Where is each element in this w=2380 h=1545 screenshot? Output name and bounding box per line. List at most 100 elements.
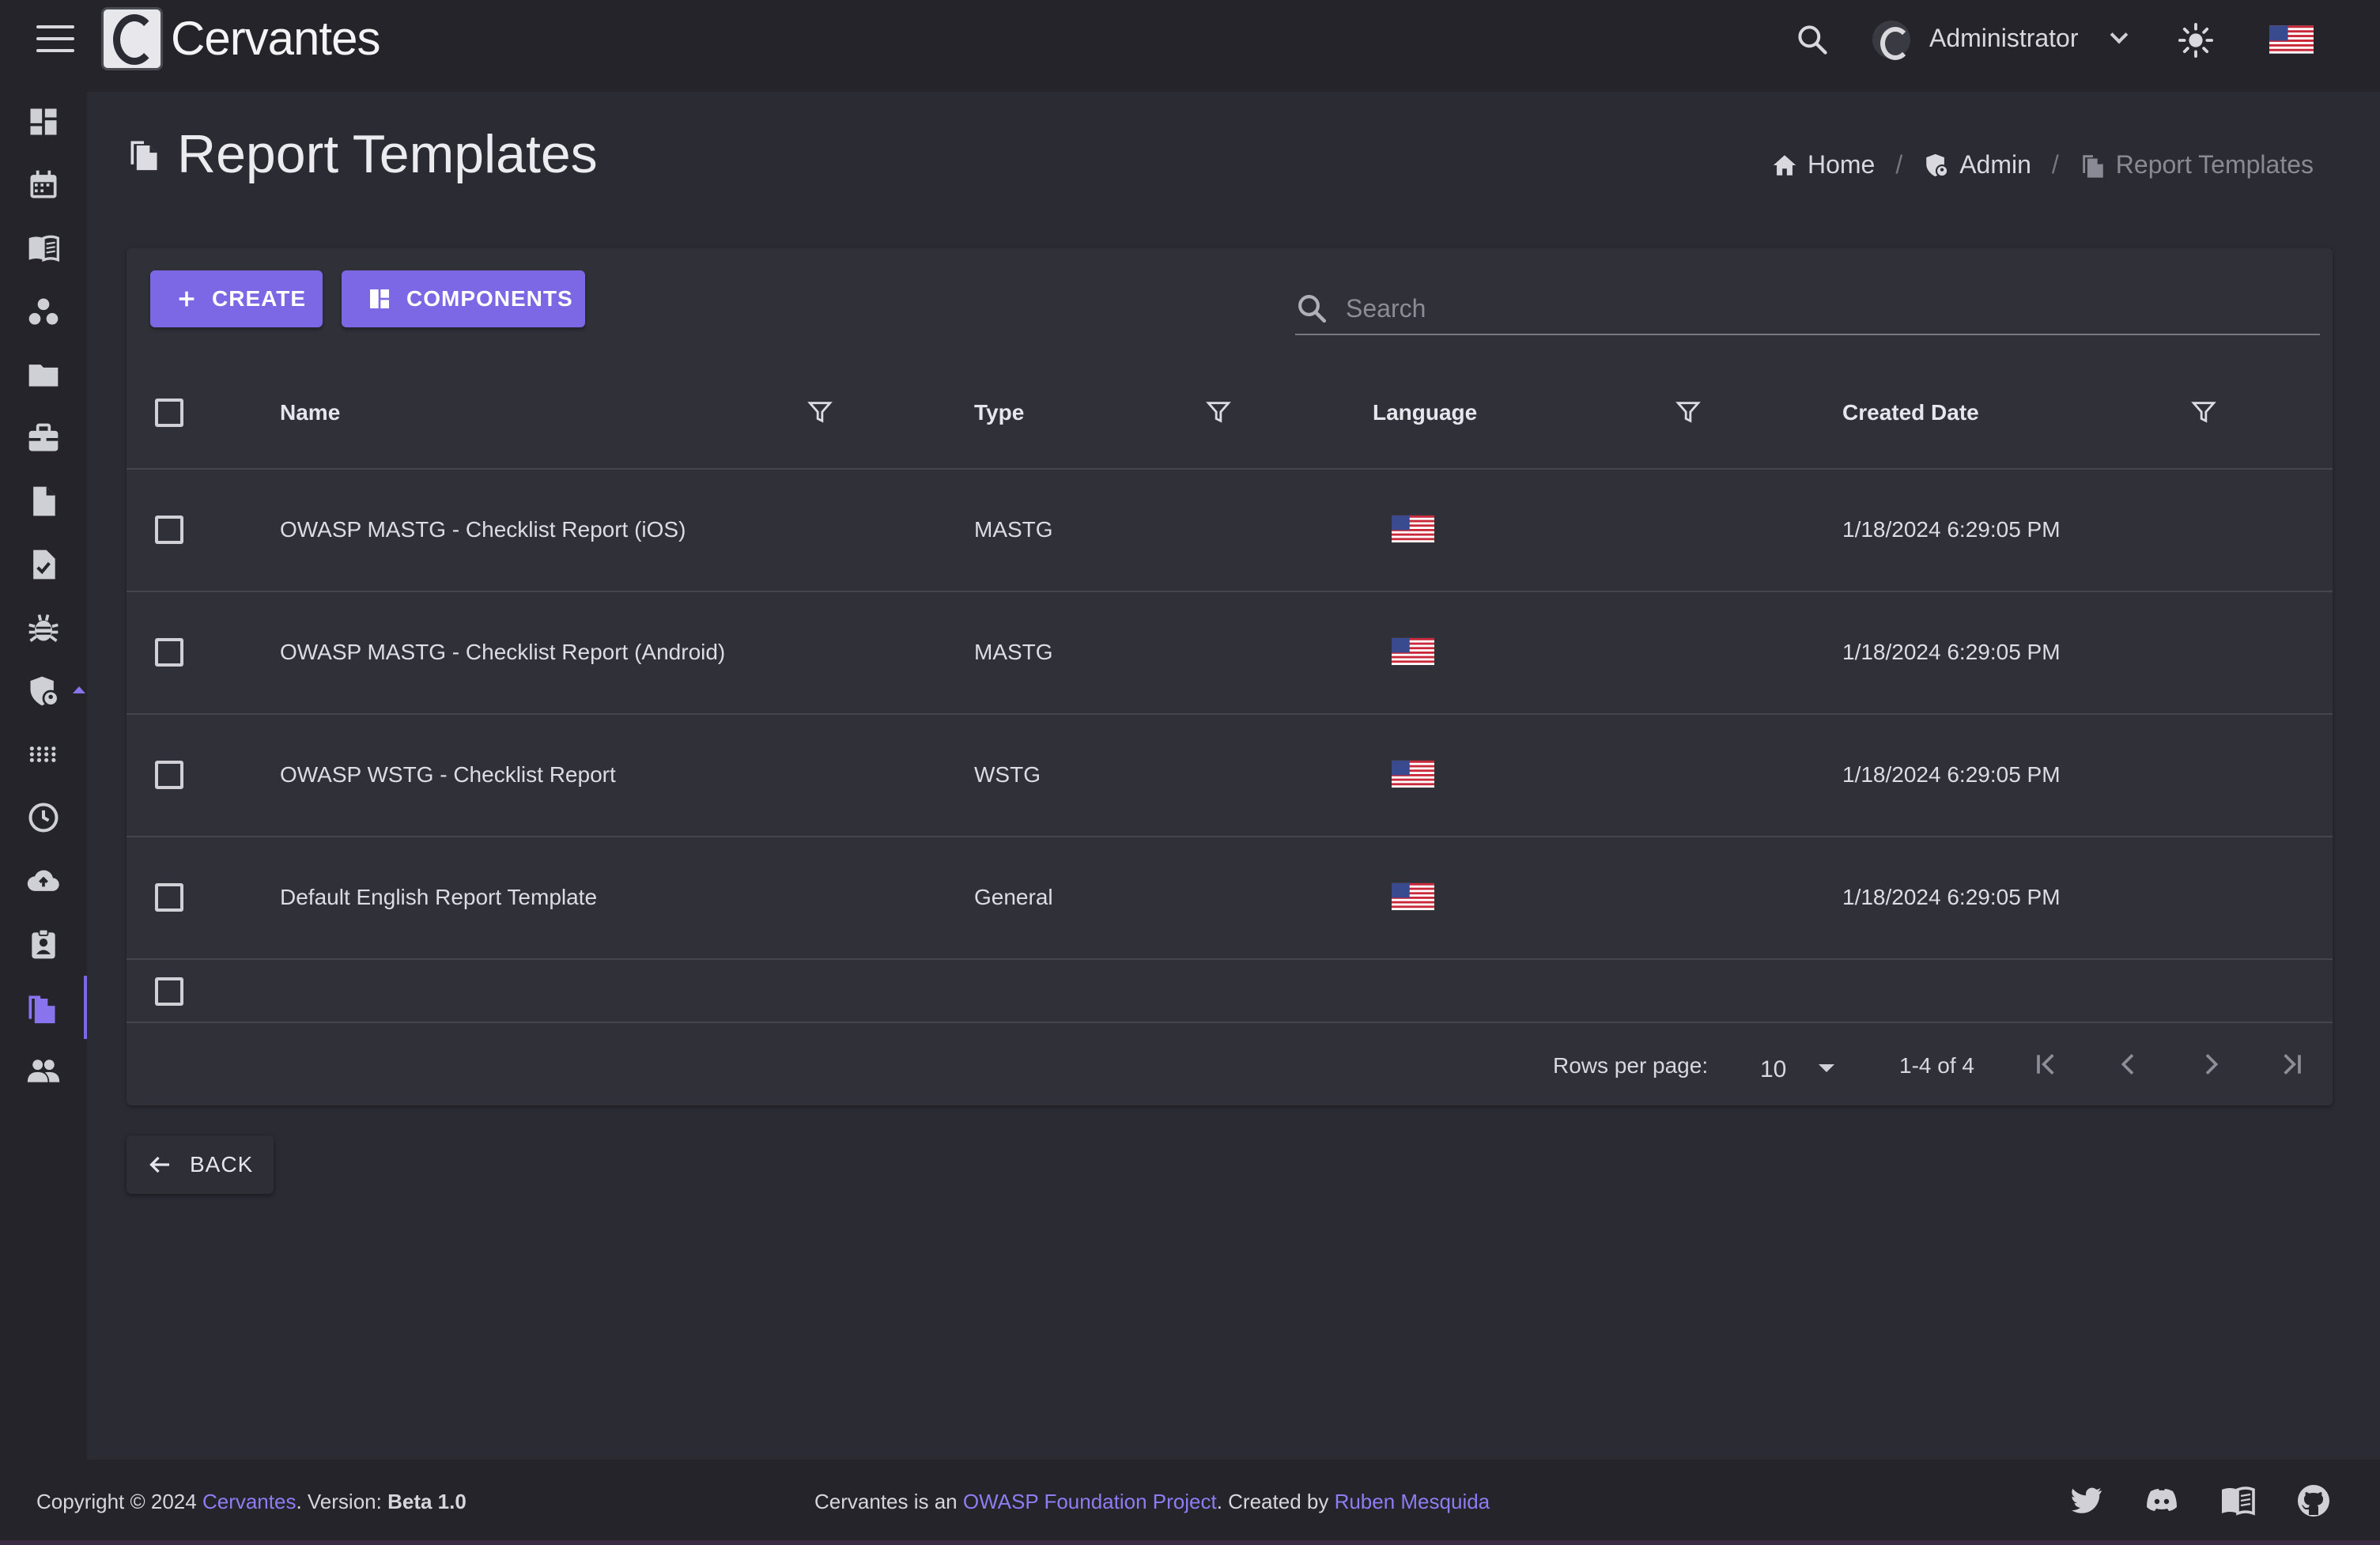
version: Beta 1.0 (387, 1490, 467, 1513)
sidebar-item-report-templates[interactable] (0, 976, 87, 1039)
clock-icon (28, 803, 59, 833)
dashboard-icon (30, 108, 57, 135)
arrow-left-icon (149, 1156, 169, 1173)
template-type: WSTG (974, 762, 1041, 787)
us-flag-icon (1392, 637, 1434, 666)
rows-per-page-select[interactable]: 10 (1760, 1056, 1786, 1083)
template-name: OWASP MASTG - Checklist Report (iOS) (280, 517, 686, 542)
github-icon[interactable] (2295, 1482, 2333, 1520)
twitter-icon[interactable] (2067, 1482, 2105, 1520)
document-check-icon (33, 550, 55, 580)
filter-icon[interactable] (807, 399, 833, 425)
sidebar-item-checklists[interactable] (0, 533, 87, 596)
back-button-label: BACK (190, 1152, 254, 1177)
breadcrumb-home-label: Home (1807, 150, 1876, 179)
filter-icon[interactable] (2190, 399, 2217, 425)
sidebar-item-backup[interactable] (0, 849, 87, 912)
document-icon (33, 486, 55, 516)
sidebar-item-clients[interactable] (0, 280, 87, 343)
table-row[interactable]: Default English Report Template General … (127, 837, 2333, 960)
row-checkbox[interactable] (155, 977, 183, 1006)
table-row[interactable]: OWASP MASTG - Checklist Report (Android)… (127, 592, 2333, 715)
template-name: Default English Report Template (280, 885, 598, 909)
row-checkbox[interactable] (155, 638, 183, 667)
created-by: . Created by (1216, 1490, 1335, 1513)
column-header-name[interactable]: Name (280, 400, 340, 425)
us-flag-icon (1392, 515, 1434, 543)
dropdown-arrow-icon[interactable] (1819, 1064, 1834, 1072)
row-checkbox[interactable] (155, 516, 183, 544)
expand-caret-icon[interactable] (73, 686, 85, 693)
report-templates-icon (2083, 154, 2103, 178)
column-header-created-date[interactable]: Created Date (1842, 400, 1979, 425)
create-button[interactable]: CREATE (150, 270, 323, 327)
page-footer: Copyright © 2024 Cervantes. Version: Bet… (0, 1460, 2380, 1545)
components-button[interactable]: COMPONENTS (342, 270, 585, 327)
home-icon (1773, 154, 1796, 176)
table-row[interactable]: OWASP WSTG - Checklist Report WSTG 1/18/… (127, 715, 2333, 837)
bug-icon (28, 614, 59, 642)
template-created-date: 1/18/2024 6:29:05 PM (1842, 517, 2061, 542)
credit-prefix: Cervantes is an (814, 1490, 963, 1513)
next-page-icon[interactable] (2195, 1048, 2227, 1080)
folder-icon (28, 365, 59, 387)
breadcrumb-current-label: Report Templates (2115, 150, 2314, 179)
column-header-type[interactable]: Type (974, 400, 1024, 425)
template-created-date: 1/18/2024 6:29:05 PM (1842, 640, 2061, 664)
filter-icon[interactable] (1675, 399, 1702, 425)
column-header-language[interactable]: Language (1373, 400, 1477, 425)
user-logo-icon[interactable] (1872, 21, 1910, 60)
row-checkbox[interactable] (155, 883, 183, 912)
components-button-label: COMPONENTS (406, 286, 573, 311)
pagination-range: 1-4 of 4 (1899, 1053, 1974, 1078)
first-page-icon[interactable] (2031, 1048, 2062, 1080)
owasp-link[interactable]: OWASP Foundation Project (963, 1490, 1217, 1513)
author-link[interactable]: Ruben Mesquida (1335, 1490, 1490, 1513)
template-type: MASTG (974, 517, 1053, 542)
table-empty-row (127, 960, 2333, 1023)
table-pagination: Rows per page: 10 1-4 of 4 (127, 1023, 2333, 1105)
last-page-icon[interactable] (2276, 1048, 2307, 1080)
discord-icon[interactable] (2143, 1482, 2181, 1520)
template-type: MASTG (974, 640, 1053, 664)
table-row[interactable]: OWASP MASTG - Checklist Report (iOS) MAS… (127, 470, 2333, 592)
project-credit: Cervantes is an OWASP Foundation Project… (814, 1490, 1490, 1514)
sidebar-item-documents[interactable] (0, 470, 87, 533)
sidebar-item-projects[interactable] (0, 343, 87, 406)
template-created-date: 1/18/2024 6:29:05 PM (1842, 762, 2061, 787)
chevron-down-icon[interactable] (2110, 25, 2129, 44)
filter-icon[interactable] (1205, 399, 1232, 425)
row-checkbox[interactable] (155, 761, 183, 789)
search-field[interactable] (1295, 283, 2320, 335)
breadcrumb-admin[interactable]: Admin (1923, 150, 2031, 179)
top-app-bar: Cervantes Administrator (0, 0, 2380, 92)
breadcrumb-home[interactable]: Home (1771, 150, 1875, 179)
version-prefix: . Version: (296, 1490, 388, 1513)
sidebar-item-apps[interactable] (0, 723, 87, 786)
clients-icon (28, 298, 59, 325)
sidebar-item-calendar[interactable] (0, 153, 87, 217)
template-created-date: 1/18/2024 6:29:05 PM (1842, 885, 2061, 909)
user-menu-name[interactable]: Administrator (1929, 24, 2079, 53)
docs-book-icon[interactable] (2219, 1482, 2257, 1520)
menu-icon[interactable] (36, 25, 74, 54)
sidebar-item-book[interactable] (0, 217, 87, 280)
previous-page-icon[interactable] (2113, 1048, 2144, 1080)
select-all-checkbox[interactable] (155, 399, 183, 427)
breadcrumb: Home / Admin / Report Templates (1771, 150, 2314, 179)
search-input[interactable] (1346, 293, 2216, 323)
copyright: Copyright © 2024 Cervantes. Version: Bet… (36, 1490, 467, 1514)
sidebar-item-dashboard[interactable] (0, 90, 87, 153)
theme-sun-icon[interactable] (2178, 22, 2214, 59)
search-icon[interactable] (1795, 22, 1830, 57)
sidebar-item-users[interactable] (0, 1039, 87, 1102)
back-button[interactable]: BACK (127, 1135, 274, 1194)
search-icon (1298, 295, 1327, 323)
sidebar-item-contacts[interactable] (0, 912, 87, 976)
us-flag-icon[interactable] (2269, 25, 2314, 54)
sidebar-item-history[interactable] (0, 786, 87, 849)
cloud-upload-icon (27, 870, 59, 891)
sidebar-item-vulnerabilities[interactable] (0, 596, 87, 659)
app-link[interactable]: Cervantes (202, 1490, 297, 1513)
sidebar-item-work[interactable] (0, 406, 87, 470)
